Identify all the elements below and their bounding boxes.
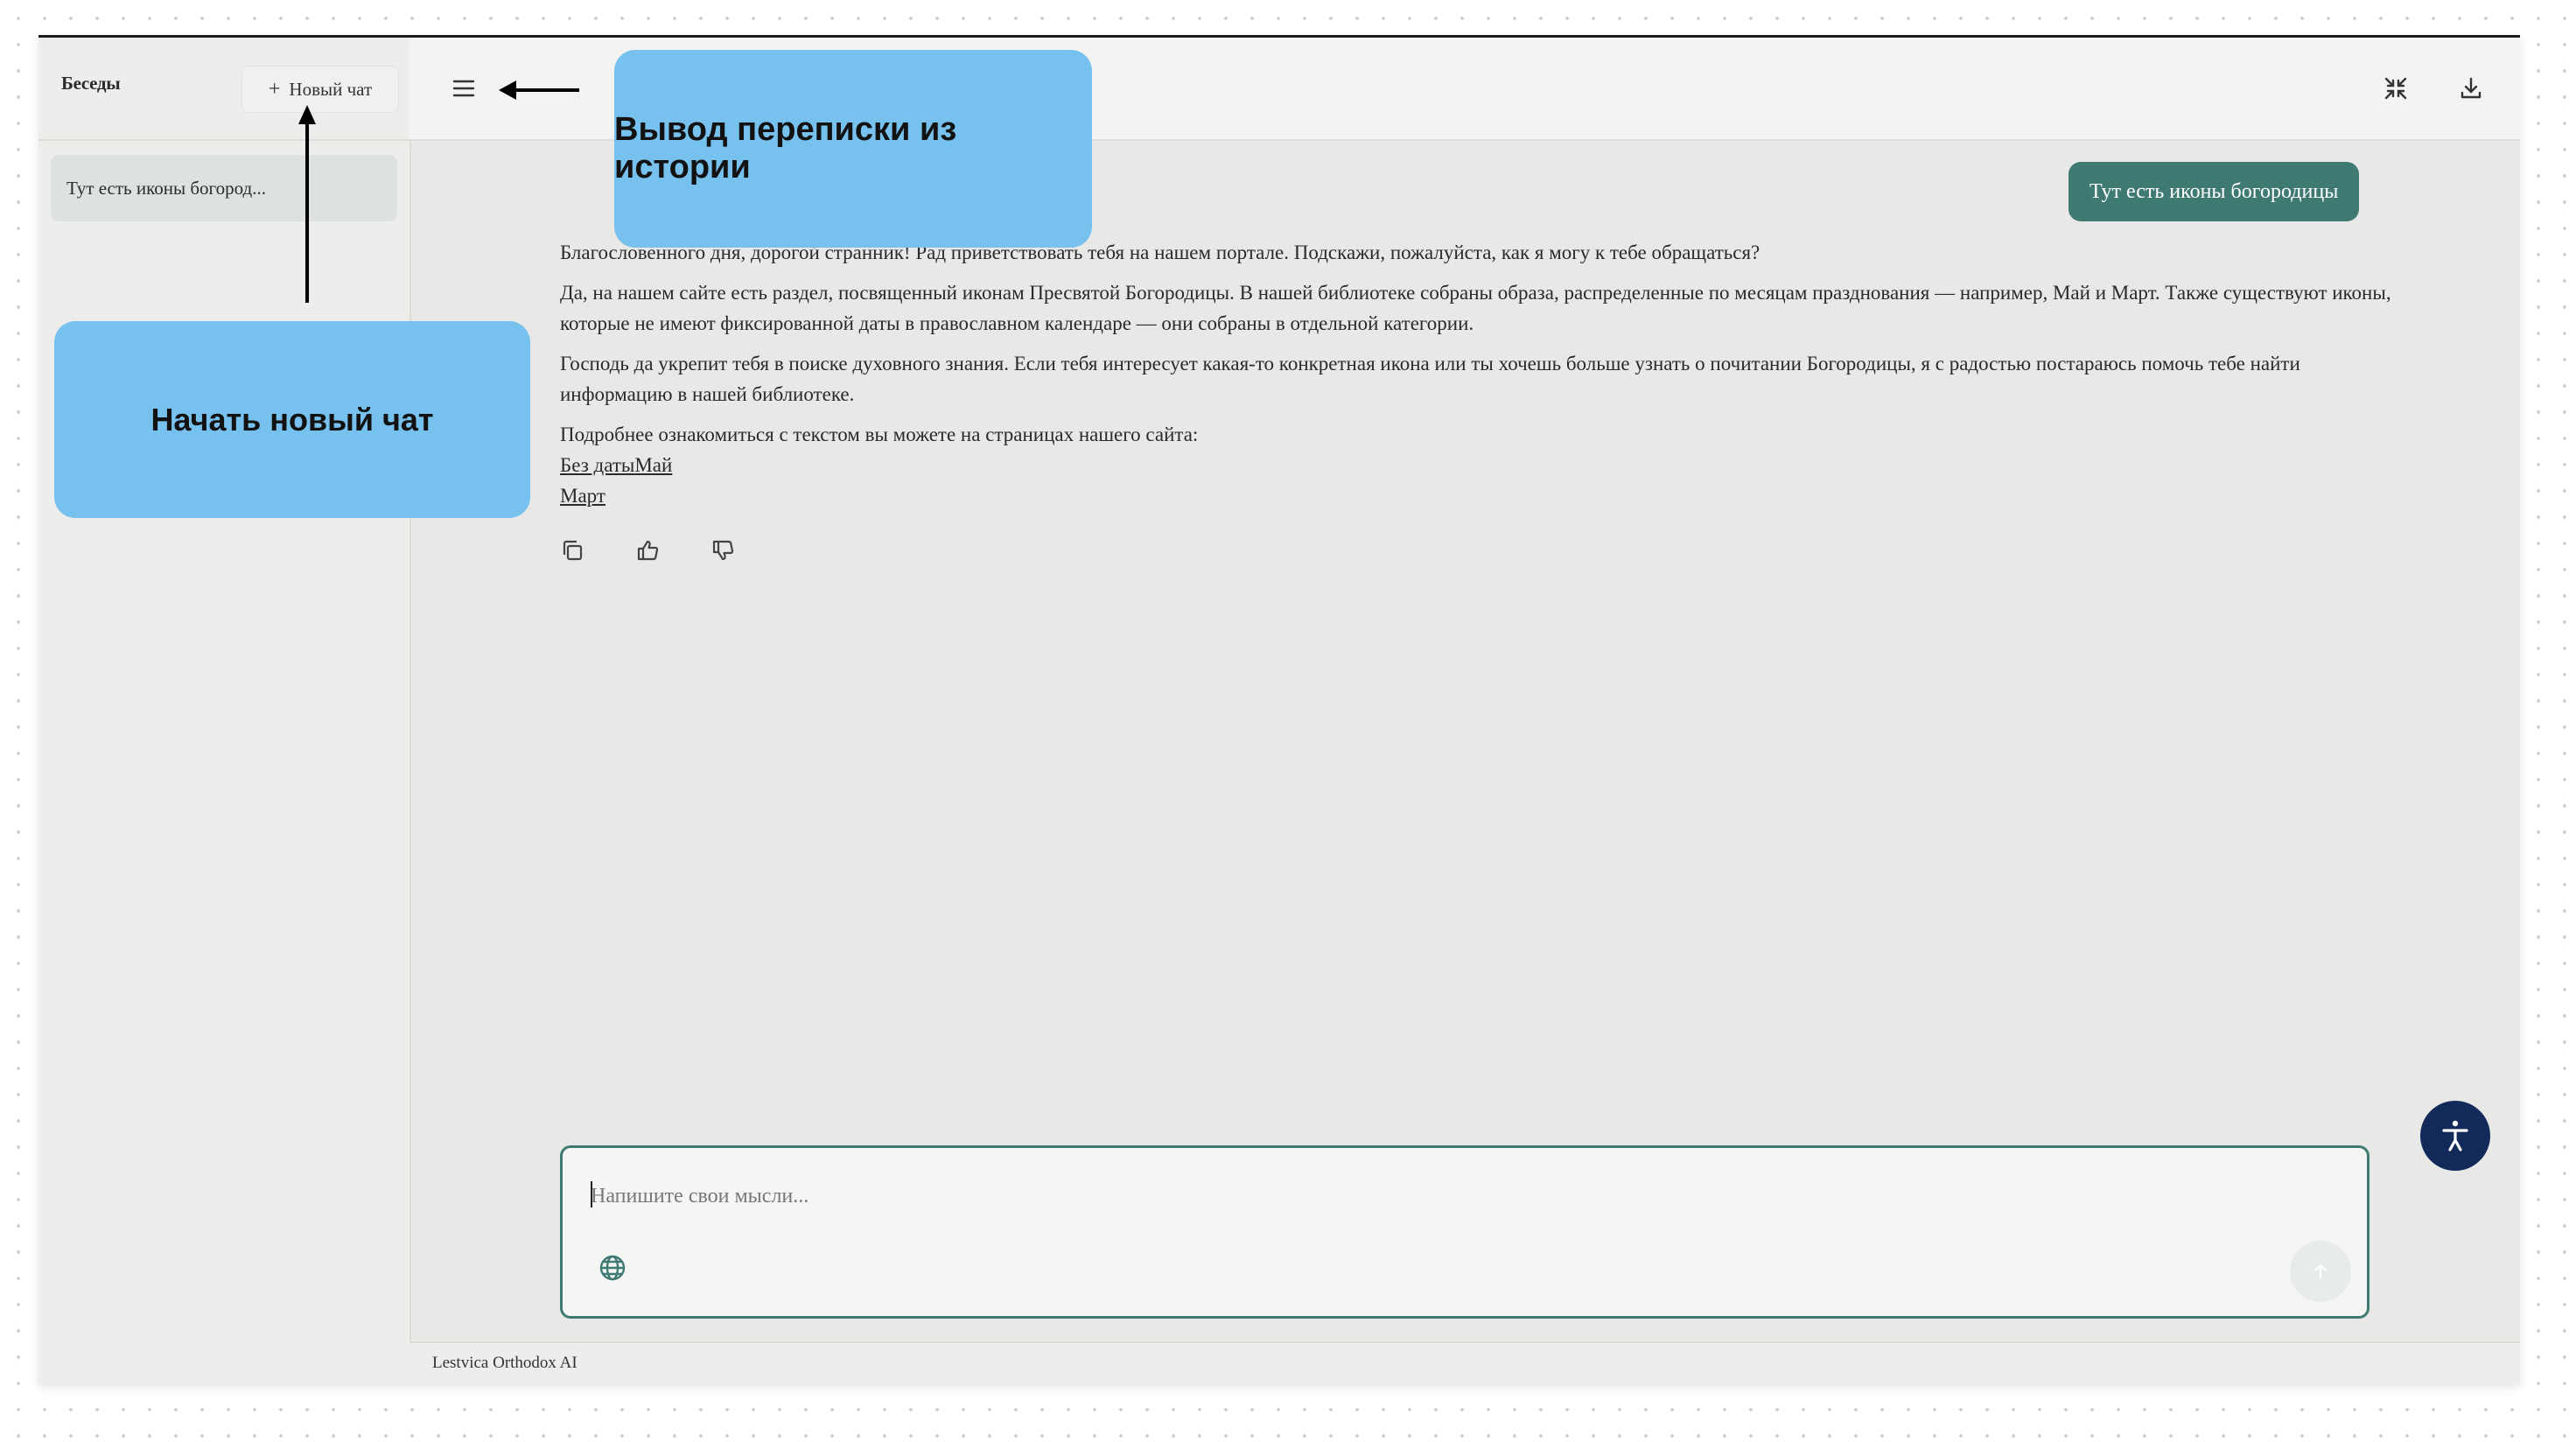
new-chat-label: Новый чат (289, 78, 373, 100)
arrow-up-icon (2314, 1264, 2328, 1279)
assistant-paragraph: Подробнее ознакомиться с текстом вы може… (560, 424, 1199, 445)
app-window: Беседы + Новый чат Тут есть иконы богоро… (38, 35, 2520, 1385)
history-item-label: Тут есть иконы богород... (66, 177, 266, 199)
source-links: Без датыМай Март (560, 450, 2415, 511)
thumbs-down-icon[interactable] (705, 533, 740, 568)
new-chat-button[interactable]: + Новый чат (242, 66, 399, 113)
arrow-left-icon (499, 80, 579, 100)
annotation-new-chat: Начать новый чат (54, 321, 530, 518)
plus-icon: + (268, 78, 281, 101)
user-message-text: Тут есть иконы богородицы (2090, 179, 2339, 203)
accessibility-icon (2442, 1120, 2468, 1152)
globe-icon[interactable] (598, 1253, 627, 1283)
annotation-new-chat-text: Начать новый чат (150, 401, 434, 438)
collapse-icon[interactable] (2375, 67, 2417, 109)
assistant-message: Благословенного дня, дорогой странник! Р… (560, 237, 2415, 511)
sidebar-header: Беседы + Новый чат (38, 38, 410, 141)
arrow-up-icon (298, 105, 316, 303)
link-may[interactable]: Май (634, 454, 672, 476)
message-composer (560, 1145, 2370, 1319)
assistant-paragraph: Да, на нашем сайте есть раздел, посвящен… (560, 282, 2391, 334)
annotation-history-output-text: Вывод переписки из истории (614, 111, 957, 186)
menu-icon[interactable] (443, 67, 485, 109)
user-message-bubble: Тут есть иконы богородицы (2068, 162, 2360, 221)
footer: Lestvica Orthodox AI (410, 1341, 2520, 1385)
accessibility-button[interactable] (2420, 1101, 2490, 1171)
link-march[interactable]: Март (560, 485, 606, 507)
copy-icon[interactable] (555, 533, 590, 568)
history-item[interactable]: Тут есть иконы богород... (51, 155, 397, 221)
sidebar-title: Беседы (61, 73, 121, 94)
annotation-history-output: Вывод переписки из истории (614, 50, 1092, 248)
download-icon[interactable] (2450, 67, 2492, 109)
footer-text: Lestvica Orthodox AI (432, 1354, 578, 1372)
text-caret (591, 1181, 592, 1208)
link-no-date[interactable]: Без даты (560, 454, 634, 476)
message-input[interactable] (589, 1174, 2255, 1218)
thumbs-up-icon[interactable] (630, 533, 665, 568)
sidebar: Беседы + Новый чат Тут есть иконы богоро… (38, 38, 411, 1385)
assistant-paragraph: Господь да укрепит тебя в поиске духовно… (560, 353, 2300, 405)
send-button[interactable] (2290, 1241, 2351, 1302)
